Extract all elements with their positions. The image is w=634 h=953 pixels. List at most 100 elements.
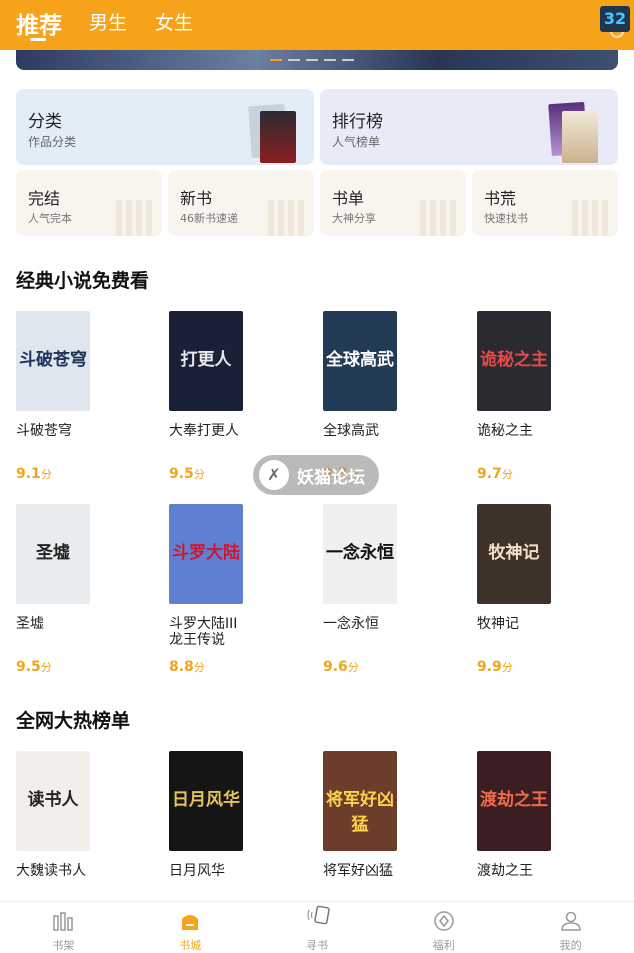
nav-store[interactable]: 书城 bbox=[127, 902, 254, 952]
book-title: 日月风华 bbox=[169, 863, 225, 879]
book-cover-title: 渡劫之王 bbox=[480, 790, 548, 810]
tab-female[interactable]: 女生 bbox=[155, 8, 193, 35]
category-card-find[interactable]: 书荒 快速找书 bbox=[472, 170, 618, 236]
book-item[interactable]: 渡劫之王 渡劫之王 bbox=[477, 751, 617, 879]
category-card-classify[interactable]: 分类 作品分类 bbox=[16, 89, 314, 165]
book-score: 9.5分 bbox=[169, 466, 205, 482]
book-cover[interactable]: 牧神记 bbox=[477, 504, 551, 604]
card-decoration bbox=[268, 200, 308, 236]
category-card-new[interactable]: 新书 46新书速递 bbox=[168, 170, 314, 236]
bookshelf-icon bbox=[53, 912, 74, 931]
book-cover[interactable]: 斗破苍穹 bbox=[16, 311, 90, 411]
book-item[interactable]: 牧神记 牧神记 9.9分 bbox=[477, 504, 617, 675]
card-decoration bbox=[116, 200, 156, 236]
card-decoration bbox=[572, 200, 612, 236]
book-score: 9.1分 bbox=[16, 466, 52, 482]
book-item[interactable]: 全球高武全球高武9.3分 bbox=[323, 311, 463, 482]
book-item[interactable]: 日月风华 日月风华 bbox=[169, 751, 309, 879]
book-cover[interactable]: 圣墟 bbox=[16, 504, 90, 604]
carousel-dot bbox=[288, 59, 300, 61]
profile-icon bbox=[560, 911, 581, 931]
book-item[interactable]: 将军好凶猛 将军好凶猛 bbox=[323, 751, 463, 879]
book-item[interactable]: 一念永恒 一念永恒 9.6分 bbox=[323, 504, 463, 675]
carousel-dot bbox=[342, 59, 354, 61]
book-score: 9.6分 bbox=[323, 659, 359, 675]
book-cover[interactable]: 日月风华 bbox=[169, 751, 243, 851]
book-cover[interactable]: 渡劫之王 bbox=[477, 751, 551, 851]
score-value: 9.9 bbox=[477, 659, 502, 675]
category-card-booklist[interactable]: 书单 大神分享 bbox=[320, 170, 466, 236]
book-cover-title: 将军好凶猛 bbox=[326, 790, 394, 835]
book-cover-title: 全球高武 bbox=[326, 350, 394, 370]
score-unit: 分 bbox=[40, 661, 52, 674]
category-card-finished[interactable]: 完结 人气完本 bbox=[16, 170, 162, 236]
carousel-indicator bbox=[270, 59, 354, 61]
book-score: 9.5分 bbox=[16, 659, 52, 675]
book-cover[interactable]: 读书人 bbox=[16, 751, 90, 851]
book-item[interactable]: 读书人 大魏读书人 bbox=[16, 751, 156, 879]
book-cover-title: 牧神记 bbox=[488, 543, 540, 563]
book-item[interactable]: 打更人大奉打更人 9.5分 bbox=[169, 311, 309, 482]
book-cover[interactable]: 一念永恒 bbox=[323, 504, 397, 604]
carousel-dot bbox=[306, 59, 318, 61]
category-card-ranking[interactable]: 排行榜 人气榜单 bbox=[320, 89, 618, 165]
book-title: 将军好凶猛 bbox=[323, 863, 393, 879]
book-item[interactable]: 斗破苍穹 斗破苍穹 9.1分 bbox=[16, 311, 156, 482]
book-cover-title: 斗破苍穹 bbox=[19, 350, 87, 370]
tab-male[interactable]: 男生 bbox=[89, 8, 127, 35]
nav-welfare[interactable]: 福利 bbox=[380, 902, 507, 952]
bottom-navigation: 书架 书城 寻书 福利 我的 bbox=[0, 901, 634, 952]
book-cover-title: 圣墟 bbox=[36, 543, 70, 563]
book-item[interactable]: 圣墟 圣墟 9.5分 bbox=[16, 504, 156, 675]
book-title: 牧神记 bbox=[477, 616, 519, 632]
score-unit: 分 bbox=[347, 661, 359, 674]
book-score: 9.7分 bbox=[477, 466, 513, 482]
book-title: 渡劫之王 bbox=[477, 863, 533, 879]
category-subtitle: 快速找书 bbox=[484, 212, 528, 225]
nav-profile[interactable]: 我的 bbox=[507, 902, 634, 952]
book-cover[interactable]: 诡秘之主 bbox=[477, 311, 551, 411]
book-cover-title: 日月风华 bbox=[172, 790, 240, 810]
book-cover-title: 打更人 bbox=[180, 350, 232, 370]
category-subtitle: 人气完本 bbox=[28, 212, 72, 225]
book-title: 大奉打更人 bbox=[169, 423, 239, 439]
book-title: 全球高武 bbox=[323, 423, 379, 439]
category-subtitle: 人气榜单 bbox=[332, 135, 381, 149]
book-cover-title: 读书人 bbox=[27, 790, 79, 810]
category-subtitle: 大神分享 bbox=[332, 212, 376, 225]
top-bar: 推荐 男生 女生 32 bbox=[0, 0, 634, 50]
category-subtitle: 46新书速递 bbox=[180, 212, 238, 225]
category-title: 书单 bbox=[332, 189, 365, 208]
book-cover[interactable]: 将军好凶猛 bbox=[323, 751, 397, 851]
category-title: 书荒 bbox=[484, 189, 517, 208]
book-title: 斗罗大陆III龙王传说 bbox=[169, 616, 238, 648]
corner-badge: 32 bbox=[600, 6, 630, 32]
book-title: 斗破苍穹 bbox=[16, 423, 72, 439]
book-cover-title: 诡秘之主 bbox=[480, 350, 548, 370]
book-cover[interactable]: 全球高武 bbox=[323, 311, 397, 411]
book-cover-title: 斗罗大陆 bbox=[172, 543, 240, 563]
section-title-classic: 经典小说免费看 bbox=[16, 270, 150, 292]
section-title-hot: 全网大热榜单 bbox=[16, 710, 131, 732]
nav-find-book[interactable]: 寻书 bbox=[254, 902, 381, 952]
score-unit: 分 bbox=[501, 661, 513, 674]
watermark-logo-icon: ✗ bbox=[259, 460, 289, 490]
score-value: 9.5 bbox=[169, 466, 194, 482]
watermark-text: 妖猫论坛 bbox=[297, 467, 365, 488]
carousel-dot bbox=[324, 59, 336, 61]
book-item[interactable]: 斗罗大陆 斗罗大陆III龙王传说 8.8分 bbox=[169, 504, 309, 675]
welfare-icon bbox=[434, 911, 454, 931]
book-cover-thumb bbox=[260, 111, 296, 163]
store-icon bbox=[182, 915, 199, 930]
book-item[interactable]: 诡秘之主 诡秘之主 9.7分 bbox=[477, 311, 617, 482]
score-unit: 分 bbox=[40, 468, 52, 481]
book-cover[interactable]: 斗罗大陆 bbox=[169, 504, 243, 604]
category-title: 新书 bbox=[180, 189, 213, 208]
score-value: 9.7 bbox=[477, 466, 502, 482]
book-cover[interactable]: 打更人 bbox=[169, 311, 243, 411]
score-value: 9.1 bbox=[16, 466, 41, 482]
forum-watermark: ✗ 妖猫论坛 bbox=[253, 455, 379, 495]
nav-bookshelf[interactable]: 书架 bbox=[0, 902, 127, 952]
book-title: 诡秘之主 bbox=[477, 423, 533, 439]
tab-recommend[interactable]: 推荐 bbox=[16, 6, 62, 40]
